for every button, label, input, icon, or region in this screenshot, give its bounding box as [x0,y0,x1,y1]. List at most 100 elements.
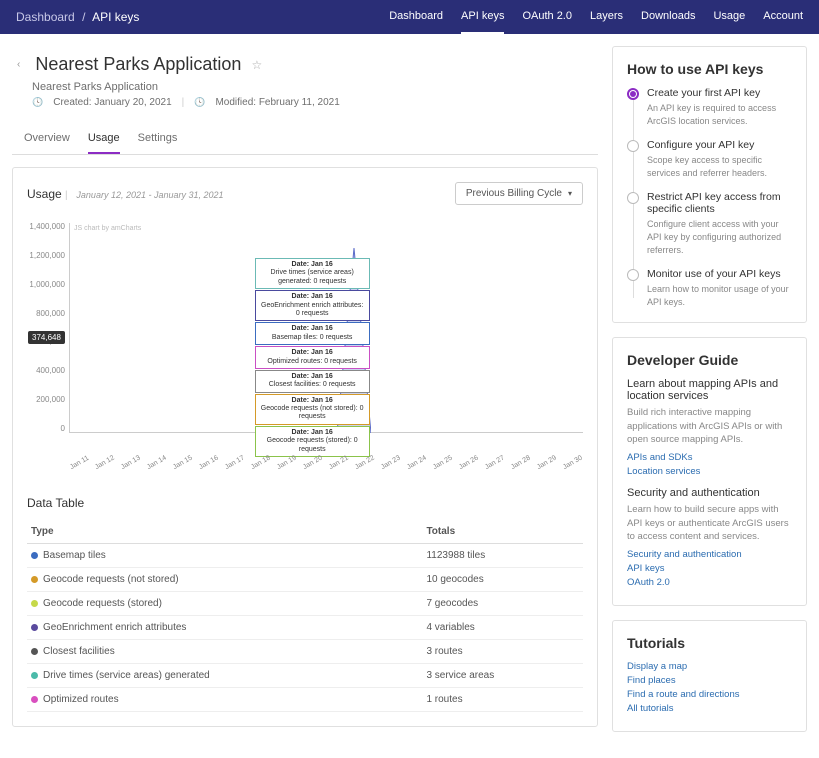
series-dot-icon [31,696,38,703]
chart-tooltip: Date: Jan 16Geocode requests (not stored… [255,394,370,425]
nav-link-account[interactable]: Account [763,0,803,34]
guide-link[interactable]: Find places [627,675,792,686]
series-dot-icon [31,624,38,631]
y-tick: 800,000 [27,310,65,318]
clock-icon: 🕓 [32,97,43,108]
chart-tooltip: Date: Jan 16Geocode requests (stored): 0… [255,426,370,457]
howto-step[interactable]: Configure your API keyScope key access t… [627,139,792,179]
row-total: 1123988 tiles [422,544,583,568]
guide-link[interactable]: All tutorials [627,703,792,714]
series-dot-icon [31,552,38,559]
guide-section-mapping-text: Build rich interactive mapping applicati… [627,406,792,446]
usage-date-range: January 12, 2021 - January 31, 2021 [76,190,223,200]
guide-link[interactable]: Find a route and directions [627,689,792,700]
guide-link[interactable]: Location services [627,466,792,477]
chevron-down-icon: ▾ [568,189,572,198]
top-nav: Dashboard / API keys Dashboard API keys OA… [0,0,819,34]
tutorials-card: Tutorials Display a map Find places Find a… [612,620,807,732]
row-type: Geocode requests (not stored) [43,574,179,585]
nav-link-dashboard[interactable]: Dashboard [389,0,443,34]
created-date: Created: January 20, 2021 [53,97,171,108]
tab-settings[interactable]: Settings [138,124,178,154]
step-radio-icon [627,140,639,152]
table-header-type: Type [27,520,422,544]
guide-link[interactable]: Display a map [627,661,792,672]
page-subtitle: Nearest Parks Application [32,81,586,93]
favorite-star-icon[interactable]: ☆ [251,58,262,72]
step-label: Restrict API key access from specific cl… [647,191,792,215]
page-title: Nearest Parks Application [35,54,241,75]
howto-step[interactable]: Restrict API key access from specific cl… [627,191,792,256]
usage-card: Usage | January 12, 2021 - January 31, 2… [12,167,598,727]
billing-cycle-dropdown[interactable]: Previous Billing Cycle ▾ [455,182,583,205]
step-label: Monitor use of your API keys [647,268,792,280]
usage-title: Usage [27,187,62,201]
table-row: Geocode requests (stored) 7 geocodes [27,592,583,616]
y-tick: 1,000,000 [27,281,65,289]
row-type: Optimized routes [43,694,119,705]
nav-link-api-keys[interactable]: API keys [461,0,504,34]
series-dot-icon [31,672,38,679]
nav-links: Dashboard API keys OAuth 2.0 Layers Download… [389,0,803,34]
chart-tooltip: Date: Jan 16Optimized routes: 0 requests [255,346,370,369]
y-tick: 1,400,000 [27,223,65,231]
nav-link-layers[interactable]: Layers [590,0,623,34]
modified-date: Modified: February 11, 2021 [215,97,339,108]
tutorials-title: Tutorials [627,635,792,651]
nav-link-usage[interactable]: Usage [713,0,745,34]
guide-link[interactable]: Security and authentication [627,549,792,560]
y-tick: 1,200,000 [27,252,65,260]
step-desc: An API key is required to access ArcGIS … [647,102,792,127]
row-total: 4 variables [422,616,583,640]
guide-link[interactable]: APIs and SDKs [627,452,792,463]
row-type: Basemap tiles [43,550,106,561]
clock-icon: 🕓 [194,97,205,108]
step-radio-icon [627,192,639,204]
chart-plot: JS chart by amCharts 374,648 Date: Jan 1… [69,223,583,433]
chart-attribution: JS chart by amCharts [74,225,141,232]
guide-link[interactable]: OAuth 2.0 [627,577,792,588]
y-tick: 400,000 [27,367,65,375]
breadcrumb-sep: / [82,10,85,24]
row-type: Geocode requests (stored) [43,598,162,609]
table-row: Geocode requests (not stored)10 geocodes [27,568,583,592]
row-total: 1 routes [422,688,583,712]
meta-sep: | [182,97,185,108]
chart-tooltip: Date: Jan 16Closest facilities: 0 reques… [255,370,370,393]
nav-link-downloads[interactable]: Downloads [641,0,695,34]
chart-x-axis: Jan 11Jan 12Jan 13Jan 14Jan 15Jan 16Jan … [27,465,583,472]
howto-step[interactable]: Monitor use of your API keys Learn how to… [627,268,792,308]
breadcrumb-current: API keys [92,10,139,24]
table-header-totals: Totals [422,520,583,544]
chart-y-axis: 1,400,0001,200,0001,000,000800,000600,00… [27,223,69,433]
billing-cycle-label: Previous Billing Cycle [466,188,562,199]
back-chevron-icon[interactable]: ‹ [17,59,20,70]
series-dot-icon [31,648,38,655]
tab-overview[interactable]: Overview [24,124,70,154]
row-total: 3 service areas [422,664,583,688]
tab-usage[interactable]: Usage [88,124,120,154]
howto-title: How to use API keys [627,61,792,77]
breadcrumb-root[interactable]: Dashboard [16,10,75,24]
breadcrumb: Dashboard / API keys [16,10,139,24]
howto-steps: Create your first API keyAn API key is r… [627,87,792,308]
series-dot-icon [31,576,38,583]
table-row: Closest facilities3 routes [27,640,583,664]
table-row: Drive times (service areas) generated3 s… [27,664,583,688]
table-row: Basemap tiles 1123988 tiles [27,544,583,568]
step-desc: Learn how to monitor usage of your API k… [647,283,792,308]
guide-link[interactable]: API keys [627,563,792,574]
step-label: Configure your API key [647,139,792,151]
chart-tooltips: Date: Jan 16Drive times (service areas) … [255,258,370,457]
howto-step[interactable]: Create your first API keyAn API key is r… [627,87,792,127]
nav-link-oauth-2-0[interactable]: OAuth 2.0 [522,0,572,34]
chart-tooltip: Date: Jan 16Basemap tiles: 0 requests [255,322,370,345]
step-desc: Configure client access with your API ke… [647,218,792,256]
chart-tooltip: Date: Jan 16GeoEnrichment enrich attribu… [255,290,370,321]
usage-sep: | [65,190,70,201]
row-total: 7 geocodes [422,592,583,616]
data-table: Type Totals Basemap tiles1123988 tilesGe… [27,520,583,712]
page-header: ‹ Nearest Parks Application ☆ Nearest Pa… [12,46,598,116]
step-radio-icon [627,88,639,100]
y-tick: 200,000 [27,396,65,404]
